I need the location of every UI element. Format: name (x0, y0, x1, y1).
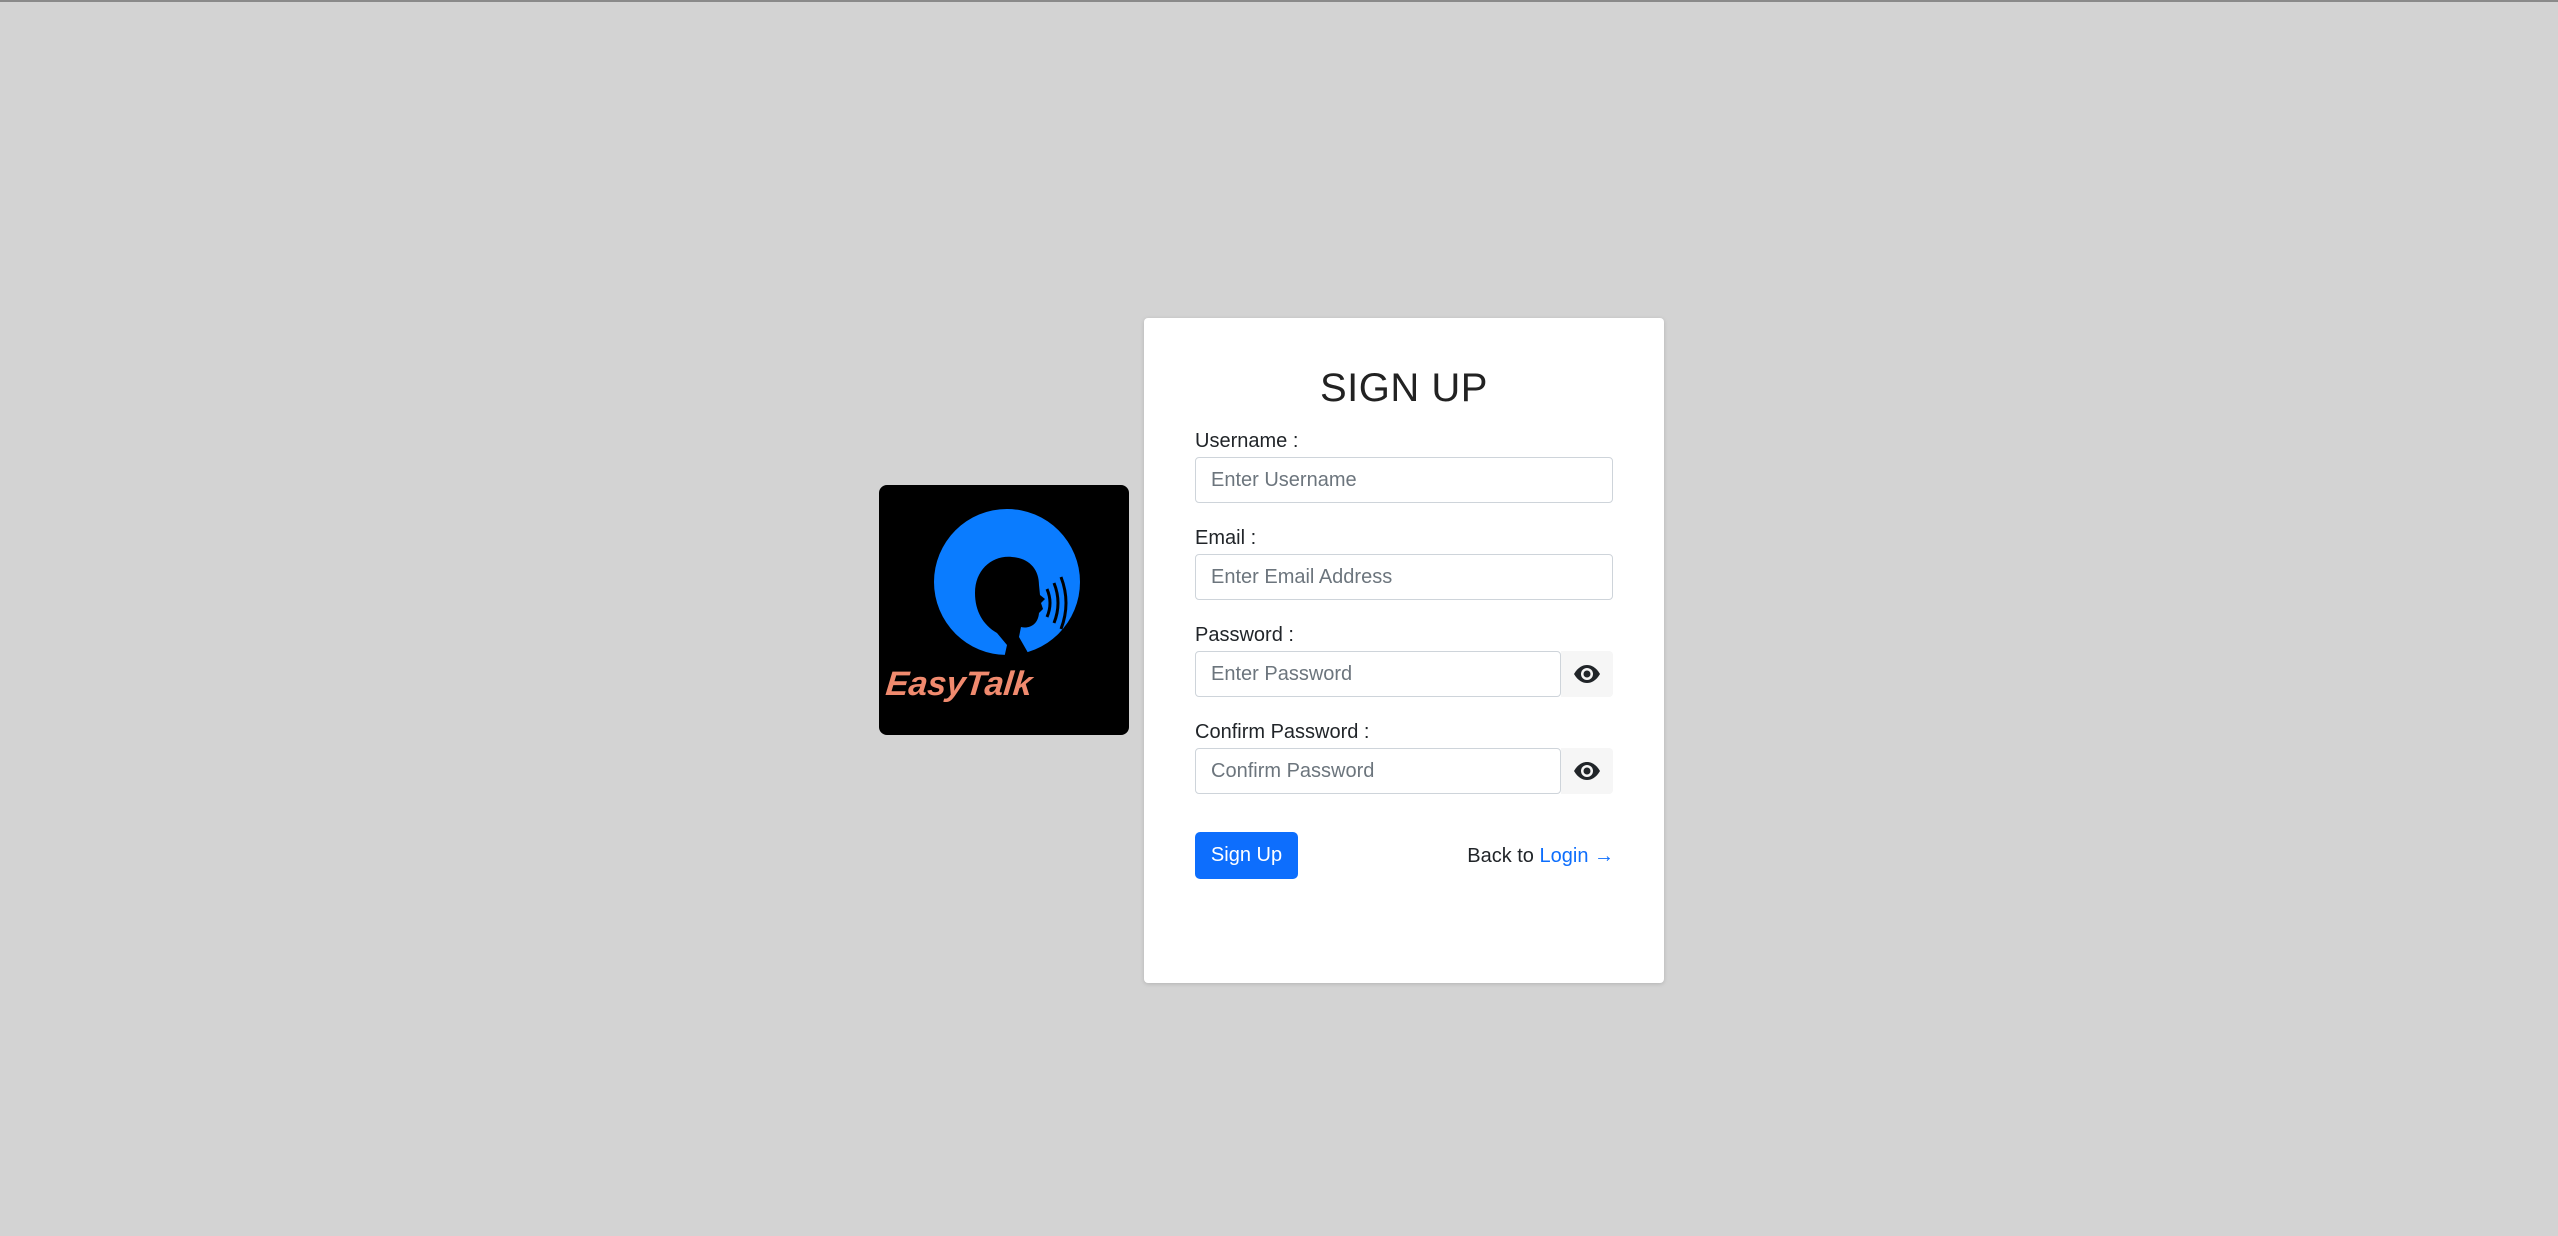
logo-graphic: EasyTalk (884, 509, 1080, 703)
email-label: Email : (1195, 527, 1257, 549)
password-label: Password : (1195, 624, 1294, 646)
show-confirm-password-button[interactable] (1561, 748, 1613, 794)
confirm-password-label: Confirm Password : (1195, 721, 1370, 743)
window-top-border (0, 0, 2558, 2)
back-to-login: Back to Login → (1467, 846, 1614, 866)
username-label: Username : (1195, 430, 1299, 452)
page-title: SIGN UP (1320, 366, 1488, 410)
signup-card: SIGN UP Username : Email : Password : Co… (1144, 318, 1664, 983)
eye-icon (1574, 762, 1600, 780)
show-password-button[interactable] (1561, 651, 1613, 697)
login-link[interactable]: Login → (1540, 845, 1615, 867)
back-to-text: Back to (1467, 845, 1540, 867)
eye-icon (1574, 665, 1600, 683)
username-input[interactable] (1195, 457, 1613, 503)
logo-text: EasyTalk (884, 665, 1036, 703)
easytalk-logo: EasyTalk (879, 485, 1129, 735)
email-input[interactable] (1195, 554, 1613, 600)
confirm-password-input[interactable] (1195, 748, 1561, 794)
sign-up-button[interactable]: Sign Up (1195, 832, 1298, 879)
password-input[interactable] (1195, 651, 1561, 697)
